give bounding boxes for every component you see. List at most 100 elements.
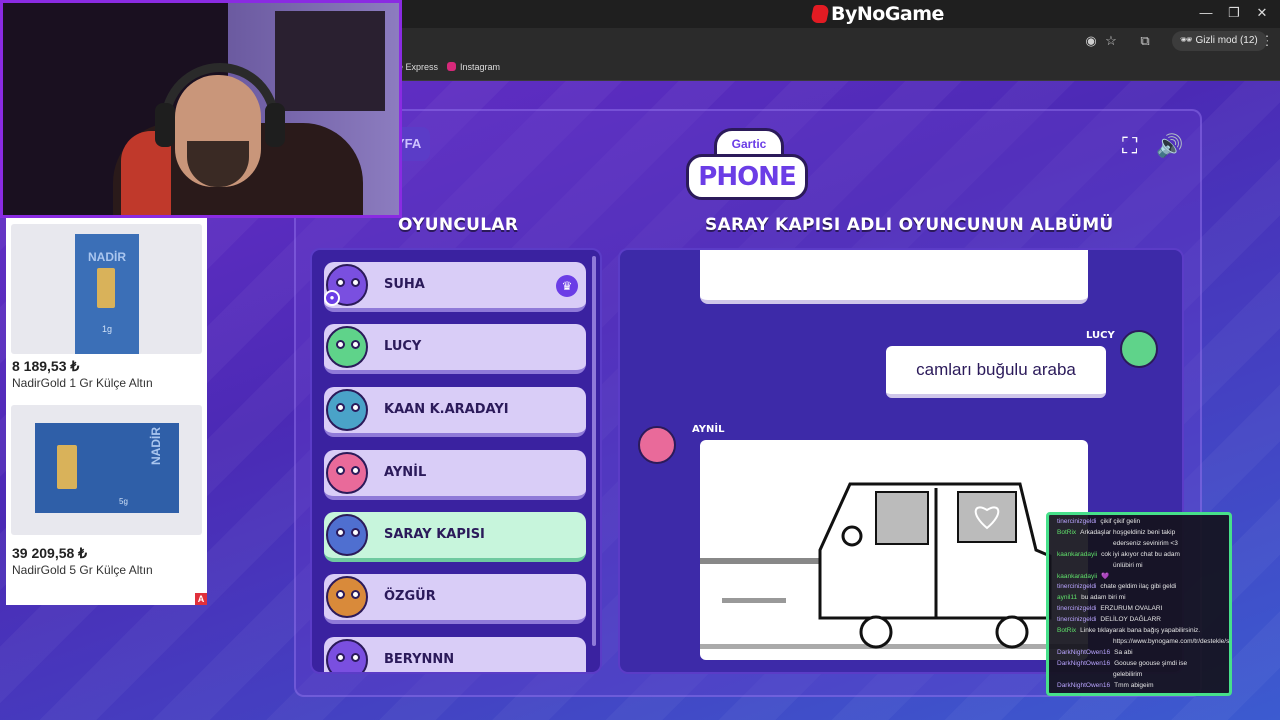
player-avatar (326, 452, 368, 494)
product-image-1[interactable]: NADİR 1g (11, 224, 202, 354)
gold-bar-icon (97, 268, 115, 308)
player-name: BERYNNN (384, 652, 455, 667)
product-name-1[interactable]: NadirGold 1 Gr Külçe Altın (12, 376, 153, 390)
product-image-2[interactable]: NADİR 5g (11, 405, 202, 535)
players-scrollbar[interactable] (592, 256, 596, 646)
volume-icon[interactable]: 🔊 (1156, 133, 1183, 159)
host-user-icon: ● (324, 290, 340, 306)
chat-message: DarkNightOwen16 Goouse goouse şimdi ise (1057, 659, 1229, 668)
gold-card-2-weight: 5g (119, 497, 128, 506)
chat-username: tinercinizgeldi (1057, 583, 1097, 591)
chat-text: Tmm abigeim (1114, 681, 1154, 689)
chat-username: tinercinizgeldi (1057, 616, 1097, 624)
avatar-eyes (336, 466, 360, 476)
headphone-cup-right (265, 103, 285, 147)
restore-icon[interactable]: ❐ (1224, 5, 1244, 21)
chat-text: ünlübiri mi (1113, 561, 1143, 569)
player-item[interactable]: ● SUHA ♛ (324, 262, 586, 312)
crown-icon: ♛ (556, 275, 578, 297)
star-icon[interactable]: ☆ (1102, 33, 1120, 49)
gold-card-2-text: NADİR (149, 427, 163, 465)
chat-username: DarkNightOwen16 (1057, 648, 1111, 656)
gartic-phone-logo: Gartic PHONE (686, 128, 808, 200)
fullscreen-icon[interactable]: ⛶ (1122, 133, 1137, 159)
chat-text: gelebilirim (1113, 670, 1143, 678)
chat-message: BotRix Arkadaşlar hoşgeldiniz beni takip (1057, 528, 1229, 537)
chat-text: Goouse goouse şimdi ise (1114, 659, 1188, 667)
bookmark-instagram[interactable]: Instagram (447, 62, 500, 72)
chat-message: tinercinizgeldi çikif çikif gelin (1057, 517, 1229, 526)
avatar-eyes (336, 590, 360, 600)
bookmark-express[interactable]: e Express (398, 62, 438, 72)
guess-message: camları buğulu araba (886, 346, 1106, 398)
extensions-icon[interactable]: ⧉ (1136, 33, 1154, 49)
chat-message: https://www.bynogame.com/tr/destekle/suh… (1057, 637, 1229, 646)
chat-username: aynil11 (1057, 594, 1078, 602)
drawing-canvas (700, 440, 1088, 660)
chat-text: cok iyi akıyor chat bu adam (1101, 550, 1180, 558)
player-item[interactable]: ÖZGÜR (324, 574, 586, 624)
player-item[interactable]: LUCY (324, 324, 586, 374)
stream-chat-overlay: tinercinizgeldi çikif çikif gelin BotRix Ar… (1046, 512, 1232, 696)
streamer-webcam (0, 0, 402, 218)
player-name: AYNİL (384, 465, 427, 480)
player-item-active[interactable]: SARAY KAPISI (324, 512, 586, 562)
speaker-name-1: LUCY (1086, 330, 1115, 341)
chat-message: DarkNightOwen16 Sa abi (1057, 648, 1229, 657)
incognito-button[interactable]: 🕶 Gizli mod (12) (1172, 31, 1267, 51)
chat-message: ünlübiri mi (1057, 561, 1229, 570)
car-drawing (700, 482, 1088, 649)
chat-message: tinercinizgeldi DELİLOY DAĞLARR (1057, 615, 1229, 624)
close-icon[interactable]: ✕ (1252, 5, 1272, 21)
gold-card-1-weight: 1g (101, 324, 112, 334)
webcam-poster (275, 11, 385, 111)
chat-text: Arkadaşlar hoşgeldiniz beni takip (1080, 528, 1176, 536)
chat-message: tinercinizgeldi ERZURUM OVALARI (1057, 604, 1229, 613)
chat-text: Linke tıklayarak bana bağış yapabilirsin… (1080, 627, 1201, 634)
headphone-cup-left (155, 103, 175, 147)
eye-off-icon[interactable]: ◉ (1082, 33, 1100, 49)
chat-message: tinercinizgeldi chate geldim ilaç gibi ge… (1057, 582, 1229, 591)
bynogame-logo-icon (810, 5, 830, 23)
minimize-icon[interactable]: — (1196, 5, 1216, 20)
chat-message: DarkNightOwen16 Tmm abigeim (1057, 681, 1229, 690)
chat-message: aynil11 bu adam biri mi (1057, 593, 1229, 602)
incognito-icon: 🕶 (1180, 35, 1196, 46)
ad-panel[interactable]: NADİR 1g 8 189,53 ₺ NadirGold 1 Gr Külçe… (6, 218, 207, 605)
chat-username: tinercinizgeldi (1057, 518, 1097, 525)
chat-username: tinercinizgeldi (1057, 605, 1097, 613)
product-price-1: 8 189,53 ₺ (12, 358, 80, 374)
player-avatar (326, 389, 368, 431)
chat-text: 💜 (1101, 572, 1110, 580)
avatar-eyes (336, 528, 360, 538)
chat-text: bu adam biri mi (1081, 594, 1126, 602)
chat-username: BotRix (1057, 627, 1077, 634)
previous-entry (700, 250, 1088, 304)
player-item[interactable]: BERYNNN (324, 637, 586, 672)
ad-choices-badge[interactable]: A (195, 593, 207, 605)
instagram-icon (447, 62, 456, 71)
chat-message: ederseniz sevinirim <3 (1057, 539, 1229, 548)
chat-username: BotRix (1057, 528, 1077, 536)
players-heading: OYUNCULAR (398, 215, 519, 235)
player-item[interactable]: AYNİL (324, 450, 586, 500)
avatar-eyes (336, 340, 360, 350)
chat-message: kaankaradayii cok iyi akıyor chat bu adam (1057, 550, 1229, 559)
player-name: ÖZGÜR (384, 589, 436, 604)
avatar-eyes (336, 653, 360, 663)
chat-username: DarkNightOwen16 (1057, 659, 1111, 667)
chat-text: ederseniz sevinirim <3 (1113, 539, 1178, 547)
chat-username: kaankaradayii (1057, 572, 1098, 580)
player-avatar (326, 639, 368, 672)
brand-logo: ByNoGame (810, 3, 944, 25)
avatar-eyes (336, 403, 360, 413)
product-price-2: 39 209,58 ₺ (12, 545, 88, 561)
product-name-2[interactable]: NadirGold 5 Gr Külçe Altın (12, 563, 153, 577)
avatar-eyes (336, 278, 360, 288)
player-name: KAAN K.ARADAYI (384, 402, 509, 417)
brand-name: ByNoGame (831, 3, 944, 25)
chat-username: kaankaradayii (1057, 550, 1098, 558)
player-item[interactable]: KAAN K.ARADAYI (324, 387, 586, 437)
incognito-label: Gizli mod (12) (1195, 35, 1258, 46)
chat-text: çikif çikif gelin (1100, 518, 1141, 525)
